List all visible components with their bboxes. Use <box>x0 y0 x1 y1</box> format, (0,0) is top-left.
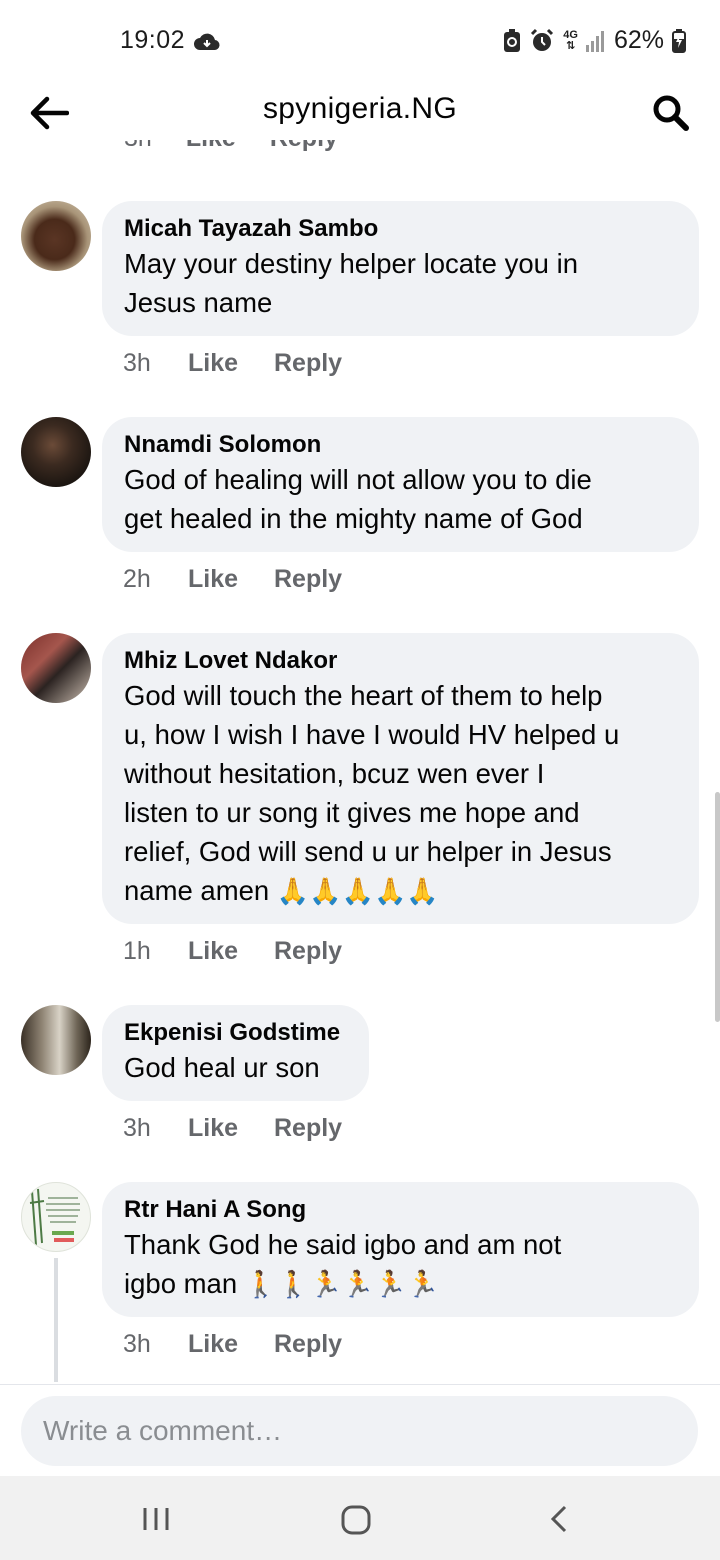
like-button[interactable]: Like <box>188 1114 274 1143</box>
like-button[interactable]: Like <box>188 565 274 594</box>
search-button[interactable] <box>648 90 694 136</box>
avatar[interactable] <box>21 1005 91 1075</box>
comment-meta: 3h Like Reply <box>123 1114 342 1143</box>
battery-charging-icon <box>672 28 686 53</box>
comment-time: 3h <box>123 349 151 377</box>
comment-text-line: u, how I wish I have I would HV helped u <box>124 719 620 750</box>
comment-text-line: listen to ur song it gives me hope and <box>124 797 580 828</box>
avatar[interactable] <box>21 201 91 271</box>
running-person-emoji: 🚶🚶🏃🏃🏃🏃 <box>244 1270 440 1300</box>
recent-apps-icon[interactable] <box>142 1506 170 1537</box>
comment-time: 3h <box>123 1114 151 1142</box>
praying-hands-emoji: 🙏🙏🙏🙏🙏 <box>276 877 439 907</box>
comment-author[interactable]: Micah Tayazah Sambo <box>124 214 677 244</box>
scrollbar[interactable] <box>715 792 720 1022</box>
signal-icon <box>585 30 606 52</box>
comment-meta: 2h Like Reply <box>123 565 342 594</box>
comment-text-line: God of healing will not allow you to die <box>124 464 592 495</box>
reply-button[interactable]: Reply <box>274 1330 342 1359</box>
battery-percent: 62% <box>613 26 664 54</box>
network-4g-icon: 4G ⇅ <box>563 28 578 52</box>
comment-author[interactable]: Mhiz Lovet Ndakor <box>124 646 677 676</box>
comment-input-placeholder: Write a comment… <box>43 1415 283 1446</box>
reply-button[interactable]: Reply <box>274 1114 342 1143</box>
reply-button[interactable]: Reply <box>274 349 342 378</box>
network-label: 4G <box>563 28 578 41</box>
status-bar: 19:02 4G ⇅ 62% <box>0 0 720 84</box>
comment-meta: 3h Like Reply <box>123 1330 342 1359</box>
battery-saver-icon <box>503 28 521 53</box>
reply-button[interactable]: Reply <box>274 937 342 966</box>
avatar[interactable] <box>21 633 91 703</box>
comment-bubble: Rtr Hani A Song Thank God he said igbo a… <box>102 1182 699 1317</box>
comment-text-line: May your destiny helper locate you in <box>124 248 578 279</box>
like-button[interactable]: Like <box>188 349 274 378</box>
comment-time: 3h <box>123 1330 151 1358</box>
comment-input[interactable]: Write a comment… <box>21 1396 698 1466</box>
cloud-icon <box>194 32 220 57</box>
like-button[interactable]: Like <box>188 1330 274 1359</box>
comment-bubble: Mhiz Lovet Ndakor God will touch the hea… <box>102 633 699 924</box>
comment-text-line: God will touch the heart of them to help <box>124 680 603 711</box>
status-time: 19:02 <box>120 26 186 54</box>
page-header: spynigeria.NG <box>0 84 720 140</box>
comment-bubble: Nnamdi Solomon God of healing will not a… <box>102 417 699 552</box>
reply-button[interactable]: Reply <box>274 565 342 594</box>
comment-bubble: Ekpenisi Godstime God heal ur son <box>102 1005 369 1101</box>
comment-text-line: without hesitation, bcuz wen ever I <box>124 758 545 789</box>
comment-author[interactable]: Ekpenisi Godstime <box>124 1018 347 1048</box>
comment-time: 1h <box>123 937 151 965</box>
search-icon <box>653 95 689 131</box>
comment-text-line: Jesus name <box>124 287 273 318</box>
comment-text-line: God heal ur son <box>124 1052 320 1083</box>
comment-bubble: Micah Tayazah Sambo May your destiny hel… <box>102 201 699 336</box>
comment-author[interactable]: Nnamdi Solomon <box>124 430 677 460</box>
comment-text-line: get healed in the mighty name of God <box>124 503 583 534</box>
comment-meta: 3h Like Reply <box>123 349 342 378</box>
alarm-icon <box>529 28 555 54</box>
comment-text-line: relief, God will send u ur helper in Jes… <box>124 836 612 867</box>
like-button[interactable]: Like <box>188 937 274 966</box>
avatar[interactable] <box>21 417 91 487</box>
previous-comment-meta-cutoff: 3hLikeReply <box>0 140 720 162</box>
comment-meta: 1h Like Reply <box>123 937 342 966</box>
comment-text-last: name amen <box>124 875 270 906</box>
avatar[interactable] <box>21 1182 91 1252</box>
page-title: spynigeria.NG <box>263 92 457 125</box>
comment-text-last: igbo man <box>124 1268 238 1299</box>
comment-text-line: igbo man 🚶🚶🏃🏃🏃🏃 <box>124 1264 677 1305</box>
home-icon[interactable] <box>340 1504 372 1541</box>
comment-text-line: name amen 🙏🙏🙏🙏🙏 <box>124 871 677 912</box>
thread-line <box>54 1258 58 1382</box>
system-nav-bar <box>0 1476 720 1560</box>
comment-composer-bar: Write a comment… <box>0 1384 720 1476</box>
nav-back-icon[interactable] <box>548 1504 570 1539</box>
comment-time: 2h <box>123 565 151 593</box>
comment-author[interactable]: Rtr Hani A Song <box>124 1195 677 1225</box>
comment-text-line: Thank God he said igbo and am not <box>124 1229 562 1260</box>
